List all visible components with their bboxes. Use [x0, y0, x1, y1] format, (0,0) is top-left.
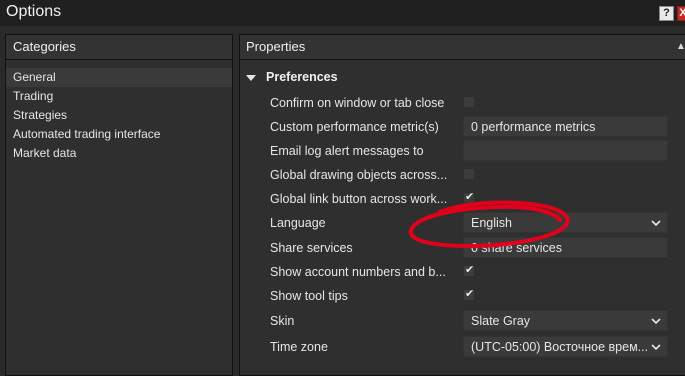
property-row-global-drawing-objects: Global drawing objects across... [240, 164, 685, 187]
category-trading[interactable]: Trading [6, 87, 232, 106]
property-row-global-link-button: Global link button across work... ✔ [240, 188, 685, 211]
share-services-field[interactable]: 0 share services [463, 237, 668, 258]
property-row-performance-metrics: Custom performance metric(s) 0 performan… [240, 116, 685, 139]
preferences-section-label: Preferences [266, 70, 338, 84]
property-row-show-account-numbers: Show account numbers and b... ✔ [240, 261, 685, 284]
property-label: Show account numbers and b... [270, 265, 446, 279]
category-general[interactable]: General [6, 68, 232, 87]
property-label: Confirm on window or tab close [270, 96, 445, 110]
skin-dropdown[interactable]: Slate Gray [463, 310, 668, 331]
show-tool-tips-checkbox[interactable]: ✔ [463, 288, 475, 301]
property-label: Custom performance metric(s) [270, 120, 439, 134]
category-automated-trading-interface[interactable]: Automated trading interface [6, 125, 232, 144]
help-button[interactable]: ? [659, 6, 674, 21]
language-value: English [471, 216, 512, 230]
show-account-numbers-checkbox[interactable]: ✔ [463, 264, 475, 277]
skin-value: Slate Gray [471, 314, 531, 328]
checkmark-icon: ✔ [465, 264, 475, 276]
property-label: Email log alert messages to [270, 144, 424, 158]
properties-panel: Properties ▲ Preferences Confirm on wind… [239, 34, 685, 376]
category-strategies[interactable]: Strategies [6, 106, 232, 125]
global-drawing-objects-checkbox[interactable] [463, 168, 475, 180]
window-title: Options [6, 3, 62, 20]
preferences-section-toggle[interactable]: Preferences [246, 70, 338, 84]
confirm-close-checkbox[interactable] [463, 96, 475, 108]
property-label: Share services [270, 241, 353, 255]
property-row-confirm-close: Confirm on window or tab close [240, 92, 685, 115]
time-zone-dropdown[interactable]: (UTC-05:00) Восточное врем... [463, 336, 668, 357]
language-dropdown[interactable]: English [463, 212, 668, 233]
checkmark-icon: ✔ [465, 288, 475, 300]
close-button[interactable]: X [677, 6, 685, 21]
property-label: Skin [270, 314, 295, 328]
properties-header: Properties ▲ [240, 35, 685, 60]
global-link-button-checkbox[interactable]: ✔ [463, 191, 475, 204]
properties-header-label: Properties [246, 39, 306, 54]
chevron-down-icon [651, 344, 661, 351]
checkmark-icon: ✔ [465, 191, 475, 203]
property-label: Global link button across work... [270, 192, 448, 206]
property-row-show-tool-tips: Show tool tips ✔ [240, 285, 685, 308]
property-row-language: Language English [240, 212, 685, 235]
email-log-field[interactable] [463, 140, 668, 161]
title-bar: Options ? X [0, 0, 685, 26]
chevron-down-icon [651, 318, 661, 325]
time-zone-value: (UTC-05:00) Восточное врем... [471, 340, 649, 354]
property-row-skin: Skin Slate Gray [240, 310, 685, 333]
property-label: Global drawing objects across... [270, 168, 448, 182]
categories-panel: Categories General Trading Strategies Au… [5, 34, 233, 376]
category-market-data[interactable]: Market data [6, 144, 232, 163]
property-label: Time zone [270, 340, 328, 354]
scroll-up-icon[interactable]: ▲ [676, 35, 685, 59]
property-label: Show tool tips [270, 289, 348, 303]
property-row-email-log: Email log alert messages to [240, 140, 685, 163]
categories-header: Categories [6, 35, 232, 60]
performance-metrics-field[interactable]: 0 performance metrics [463, 116, 668, 137]
property-row-time-zone: Time zone (UTC-05:00) Восточное врем... [240, 336, 685, 359]
chevron-down-icon [651, 220, 661, 227]
property-label: Language [270, 216, 326, 230]
property-row-share-services: Share services 0 share services [240, 237, 685, 260]
expand-triangle-icon [246, 74, 256, 81]
